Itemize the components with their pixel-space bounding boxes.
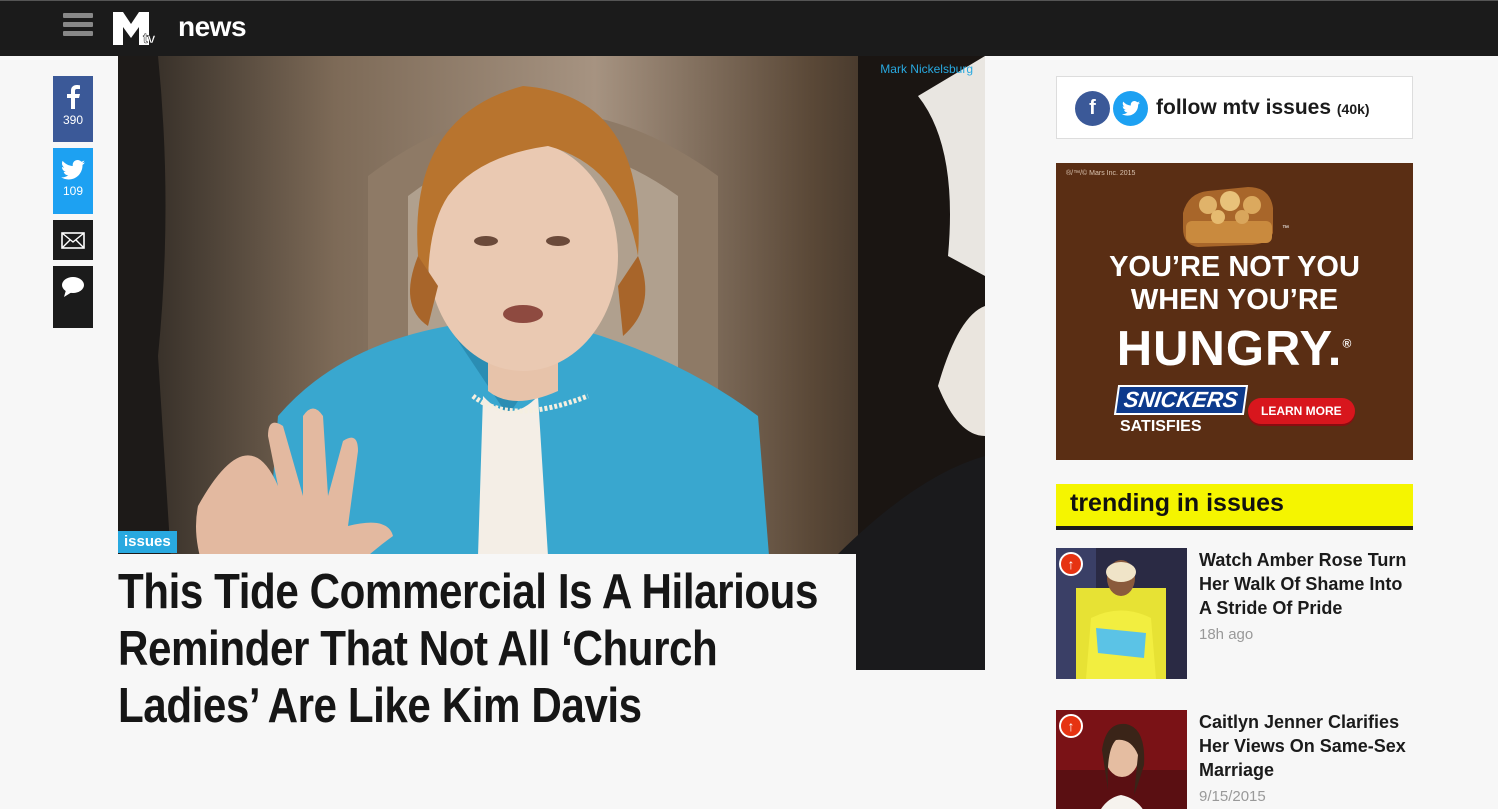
- comment-icon: [62, 277, 84, 297]
- learn-more-button[interactable]: LEARN MORE: [1248, 398, 1355, 424]
- category-tag[interactable]: issues: [118, 531, 177, 553]
- trending-thumbnail[interactable]: ↑: [1056, 710, 1187, 809]
- hamburger-icon[interactable]: [63, 13, 93, 43]
- top-nav: tv news: [0, 0, 1498, 56]
- follow-mtv-issues-button[interactable]: f follow mtv issues (40k): [1056, 76, 1413, 139]
- ad-tagline: SATISFIES: [1120, 418, 1202, 435]
- trending-time: 18h ago: [1199, 626, 1254, 643]
- trending-time: 9/15/2015: [1199, 788, 1266, 805]
- trending-thumbnail[interactable]: ↑: [1056, 548, 1187, 679]
- facebook-icon[interactable]: f: [1075, 91, 1110, 126]
- email-icon: [61, 231, 85, 249]
- article-headline: This Tide Commercial Is A Hilarious Remi…: [118, 565, 818, 733]
- brand-title[interactable]: news: [178, 11, 247, 43]
- twitter-share-button[interactable]: 109: [53, 148, 93, 214]
- twitter-icon[interactable]: [1113, 91, 1148, 126]
- ad-line-2: WHEN YOU’RE: [1130, 284, 1339, 316]
- email-share-button[interactable]: [53, 220, 93, 260]
- trending-title[interactable]: Watch Amber Rose Turn Her Walk Of Shame …: [1199, 548, 1419, 620]
- facebook-icon: [67, 85, 80, 109]
- comment-button[interactable]: [53, 266, 93, 328]
- ad-line-1: YOU’RE NOT YOU: [1109, 251, 1360, 283]
- facebook-share-count: 390: [62, 113, 84, 127]
- trending-title[interactable]: Caitlyn Jenner Clarifies Her Views On Sa…: [1199, 710, 1419, 782]
- snickers-logo: SNICKERS: [1113, 385, 1248, 415]
- twitter-share-count: 109: [62, 184, 84, 198]
- mtv-logo[interactable]: tv: [113, 12, 163, 46]
- ad-registered-mark: ®: [1342, 336, 1353, 351]
- candy-bar-image: [1183, 187, 1273, 247]
- follow-label: follow mtv issues (40k): [1156, 96, 1370, 119]
- trending-heading: trending in issues: [1070, 489, 1284, 517]
- twitter-icon: [61, 160, 85, 180]
- photo-credit: Mark Nickelsburg: [880, 62, 973, 76]
- facebook-share-button[interactable]: 390: [53, 76, 93, 142]
- ad-line-3: HUNGRY.®: [1116, 322, 1353, 376]
- trending-up-icon: ↑: [1059, 552, 1083, 576]
- ad-legal: ®/™/© Mars Inc. 2015: [1066, 170, 1136, 177]
- svg-text:tv: tv: [143, 30, 156, 45]
- snickers-ad[interactable]: ®/™/© Mars Inc. 2015 ™ YOU’RE NOT YOU WH…: [1056, 163, 1413, 460]
- trending-header: trending in issues: [1056, 484, 1413, 530]
- follow-count: (40k): [1336, 101, 1370, 117]
- trending-up-icon: ↑: [1059, 714, 1083, 738]
- ad-trademark: ™: [1282, 225, 1289, 232]
